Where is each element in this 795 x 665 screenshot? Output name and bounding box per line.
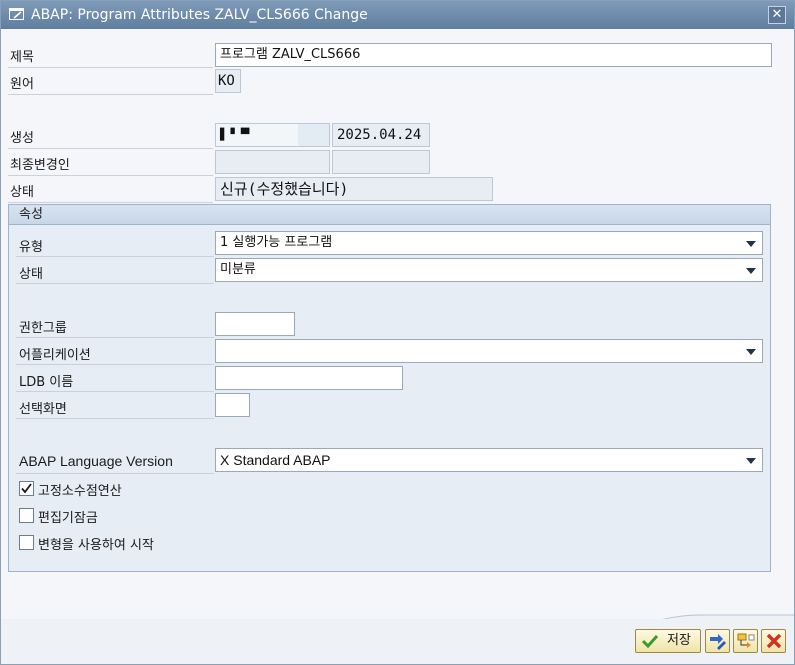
program-attributes-dialog: ABAP: Program Attributes ZALV_CLS666 Cha… <box>0 0 795 665</box>
edit-settings-button[interactable] <box>705 629 730 653</box>
type-label: 유형 <box>19 240 43 255</box>
fixed-point-arithmetic-label: 고정소수점연산 <box>38 484 122 499</box>
created-by-field: ▌▘▀ <box>215 123 330 147</box>
program-status-dropdown[interactable]: 미분류 <box>215 258 763 282</box>
edit-window-icon <box>9 8 24 20</box>
editor-lock-checkbox[interactable] <box>19 508 34 523</box>
chevron-down-icon[interactable] <box>746 349 756 355</box>
title-input[interactable]: 프로그램 ZALV_CLS666 <box>215 43 772 67</box>
checkmark-icon <box>642 634 658 648</box>
program-type-dropdown[interactable]: 1 실행가능 프로그램 <box>215 231 763 255</box>
divider <box>16 391 214 392</box>
chevron-down-icon[interactable] <box>746 268 756 274</box>
divider <box>16 283 214 284</box>
last-changed-by-label: 최종변경인 <box>10 158 70 173</box>
divider <box>8 67 213 68</box>
cancel-button[interactable] <box>761 629 786 653</box>
program-status-value: 미분류 <box>220 262 256 277</box>
status-field: 신규(수정했습니다) <box>215 177 493 201</box>
program-type-value: 1 실행가능 프로그램 <box>220 235 333 250</box>
editor-lock-label: 편집기잠금 <box>38 511 98 526</box>
attr-status-label: 상태 <box>19 267 43 282</box>
save-button[interactable]: 저장 <box>635 629 701 653</box>
divider <box>16 337 214 338</box>
divider <box>16 418 214 419</box>
application-dropdown[interactable] <box>215 339 763 363</box>
application-label: 어플리케이션 <box>19 348 91 363</box>
start-using-variant-checkbox[interactable] <box>19 535 34 550</box>
created-date-field: 2025.04.24 <box>332 123 430 147</box>
created-label: 생성 <box>10 131 34 146</box>
chevron-down-icon[interactable] <box>746 241 756 247</box>
divider <box>8 148 213 149</box>
original-language-field: KO <box>215 69 241 93</box>
close-icon[interactable]: ✕ <box>768 6 786 24</box>
authorization-group-label: 권한그룹 <box>19 321 67 336</box>
ldb-name-input[interactable] <box>215 366 403 390</box>
divider <box>16 256 214 257</box>
close-icon <box>766 633 782 649</box>
attributes-group-title: 속성 <box>9 205 770 225</box>
navigate-button[interactable] <box>733 629 758 653</box>
fixed-point-arithmetic-checkbox[interactable] <box>19 481 34 496</box>
chevron-down-icon[interactable] <box>746 458 756 464</box>
checkmark-icon <box>21 483 32 494</box>
transfer-arrow-icon <box>737 633 755 648</box>
created-by-value: ▌▘▀ <box>220 128 252 141</box>
selection-screen-input[interactable] <box>215 393 250 417</box>
attributes-group: 속성 유형 1 실행가능 프로그램 상태 미분류 권한그룹 어플리케이션 LDB… <box>8 204 771 572</box>
status-label: 상태 <box>10 185 34 200</box>
title-bar: ABAP: Program Attributes ZALV_CLS666 Cha… <box>1 1 794 29</box>
divider <box>16 364 214 365</box>
divider <box>8 94 213 95</box>
divider <box>8 175 213 176</box>
original-language-label: 원어 <box>10 77 34 92</box>
abap-language-version-value: X Standard ABAP <box>220 452 331 468</box>
selection-screen-label: 선택화면 <box>19 402 67 417</box>
save-button-label: 저장 <box>667 633 691 648</box>
ldb-name-label: LDB 이름 <box>19 375 74 390</box>
last-changed-by-field <box>215 150 330 174</box>
title-label: 제목 <box>10 50 34 65</box>
abap-language-version-label: ABAP Language Version <box>19 453 173 469</box>
abap-language-version-dropdown[interactable]: X Standard ABAP <box>215 448 763 472</box>
divider <box>16 473 214 474</box>
start-using-variant-label: 변형을 사용하여 시작 <box>38 538 154 553</box>
divider <box>8 202 213 203</box>
pencil-icon <box>710 634 726 650</box>
window-title: ABAP: Program Attributes ZALV_CLS666 Cha… <box>31 7 368 23</box>
authorization-group-input[interactable] <box>215 312 295 336</box>
last-changed-date-field <box>332 150 430 174</box>
